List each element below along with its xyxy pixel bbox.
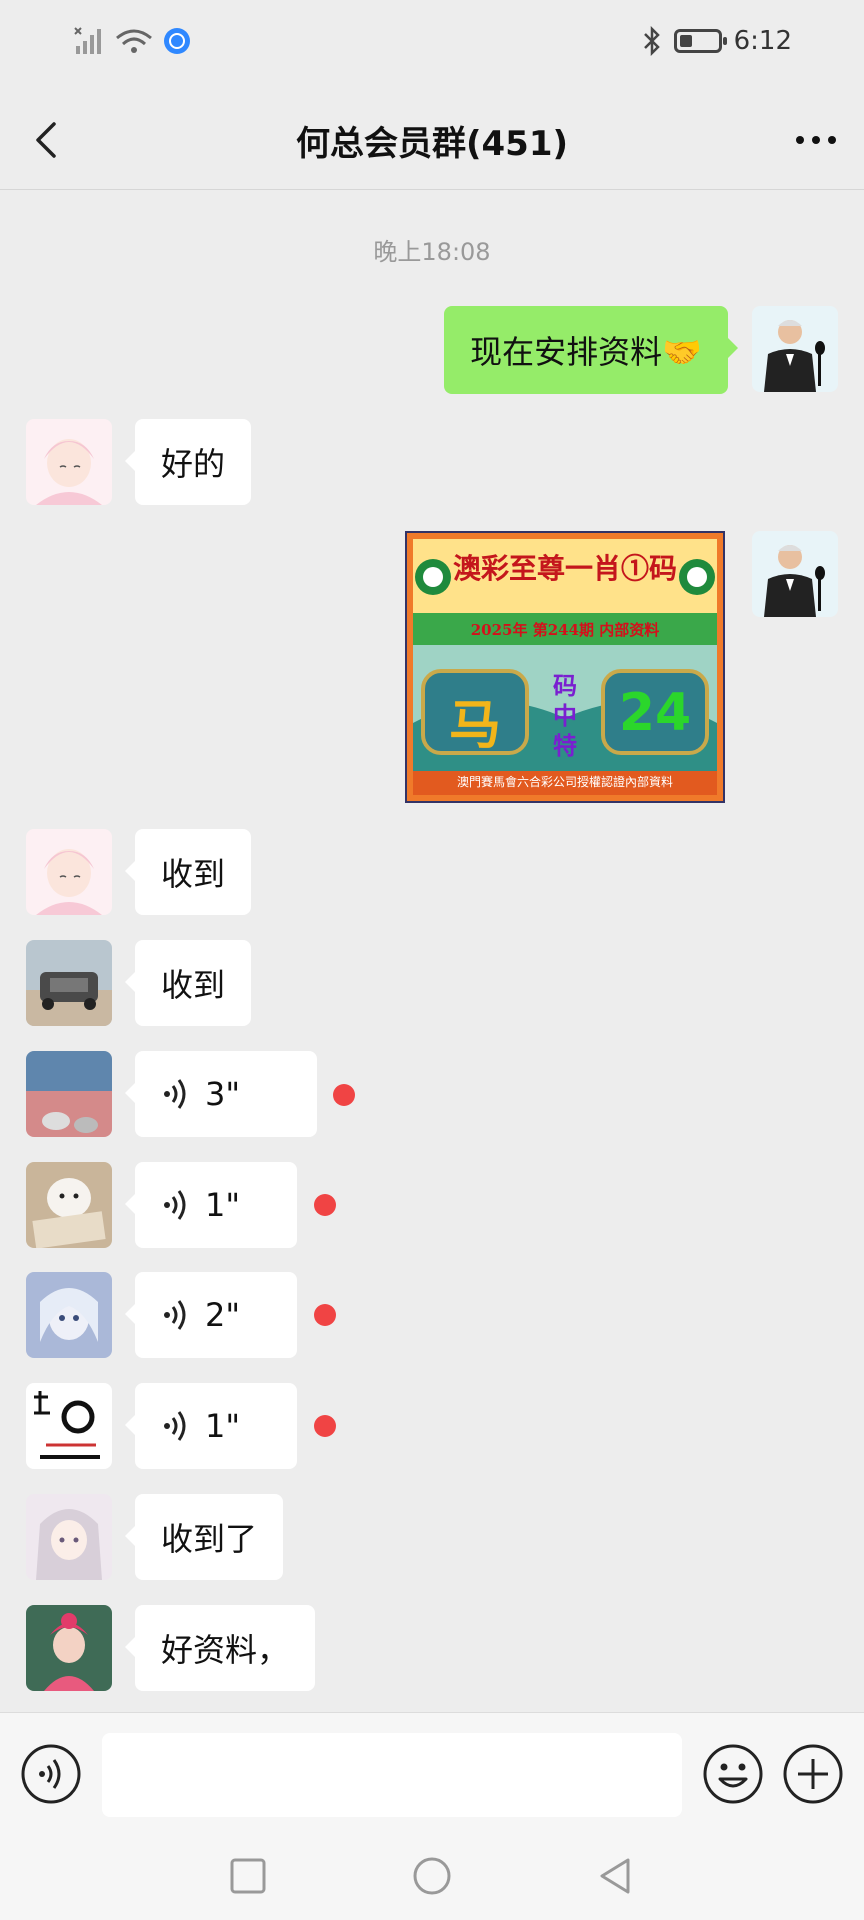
message-bubble-incoming[interactable]: 收到	[124, 940, 252, 1026]
avatar-member[interactable]	[26, 1051, 112, 1137]
page-title: 何总会员群(451)	[295, 124, 569, 164]
avatar-member[interactable]	[26, 829, 112, 915]
image-footer: 澳門賽馬會六合彩公司授權認證內部資料	[456, 775, 673, 789]
unread-dot	[314, 1304, 336, 1326]
voice-message-bubble[interactable]: 3"	[125, 1051, 317, 1137]
message-text: 现在安排资料🤝	[470, 333, 702, 371]
message-bubble-incoming[interactable]: 好的	[124, 419, 252, 505]
message-bubble-incoming[interactable]: 收到	[124, 829, 252, 915]
voice-message-bubble[interactable]: 1"	[125, 1162, 297, 1248]
message-text: 好的	[161, 445, 226, 483]
message-bubble-incoming[interactable]: 好资料，	[124, 1605, 316, 1691]
avatar-member[interactable]	[26, 1162, 112, 1248]
image-center-value: 码中特	[553, 672, 577, 760]
voice-duration: 1"	[205, 1186, 241, 1224]
avatar-member[interactable]	[26, 1494, 112, 1580]
voice-input-icon[interactable]	[20, 1743, 82, 1805]
chat-header: 何总会员群(451)	[0, 88, 864, 190]
voice-duration: 1"	[205, 1407, 241, 1445]
voice-wave-icon	[164, 1190, 186, 1220]
avatar-self[interactable]	[752, 531, 838, 617]
unread-dot	[314, 1415, 336, 1437]
voice-message-bubble[interactable]: 2"	[125, 1272, 297, 1358]
status-left	[74, 26, 192, 56]
avatar-member[interactable]	[26, 1383, 112, 1469]
unread-dot	[333, 1084, 355, 1106]
message-text: 收到	[161, 966, 226, 1004]
avatar-member[interactable]	[26, 1605, 112, 1691]
avatar-member[interactable]	[26, 940, 112, 1026]
bluetooth-icon	[643, 26, 660, 56]
message-timestamp: 晚上18:08	[373, 238, 491, 266]
voice-message-bubble[interactable]: 1"	[125, 1383, 297, 1469]
voice-duration: 2"	[205, 1296, 241, 1334]
recents-square-icon[interactable]	[226, 1854, 270, 1898]
status-right: 6:12	[642, 26, 792, 56]
back-triangle-icon[interactable]	[594, 1854, 638, 1898]
image-right-value: 24	[618, 683, 692, 743]
emoji-icon[interactable]	[702, 1743, 764, 1805]
voice-wave-icon	[164, 1411, 186, 1441]
status-bar: 6:12	[0, 0, 864, 88]
message-text: 收到	[161, 855, 226, 893]
image-message[interactable]: 澳彩至尊一肖①码 2025年 第244期 内部资料 马 码中特 24 澳門賽馬會…	[405, 531, 725, 803]
message-text: 好资料，	[161, 1631, 290, 1669]
message-input[interactable]	[102, 1733, 682, 1817]
status-time: 6:12	[733, 26, 792, 56]
image-banner: 2025年 第244期 内部资料	[470, 621, 660, 639]
battery-icon	[673, 29, 727, 53]
avatar-self[interactable]	[752, 306, 838, 392]
home-circle-icon[interactable]	[410, 1854, 454, 1898]
input-bar	[0, 1712, 864, 1834]
voice-wave-icon	[164, 1300, 186, 1330]
image-title: 澳彩至尊一肖①码	[452, 552, 677, 585]
message-bubble-outgoing[interactable]: 现在安排资料🤝	[444, 306, 738, 394]
avatar-member[interactable]	[26, 419, 112, 505]
plus-icon[interactable]	[782, 1743, 844, 1805]
signal-icon	[74, 27, 101, 54]
wifi-icon	[116, 29, 152, 53]
voice-duration: 3"	[205, 1075, 241, 1113]
unread-dot	[314, 1194, 336, 1216]
message-text: 收到了	[161, 1520, 258, 1558]
voice-wave-icon	[164, 1079, 186, 1109]
more-dots-icon[interactable]	[790, 114, 842, 166]
image-left-value: 马	[448, 696, 501, 756]
message-bubble-incoming[interactable]: 收到了	[124, 1494, 284, 1580]
avatar-member[interactable]	[26, 1272, 112, 1358]
app-notification-icon	[164, 28, 190, 54]
system-navigation	[0, 1834, 864, 1920]
